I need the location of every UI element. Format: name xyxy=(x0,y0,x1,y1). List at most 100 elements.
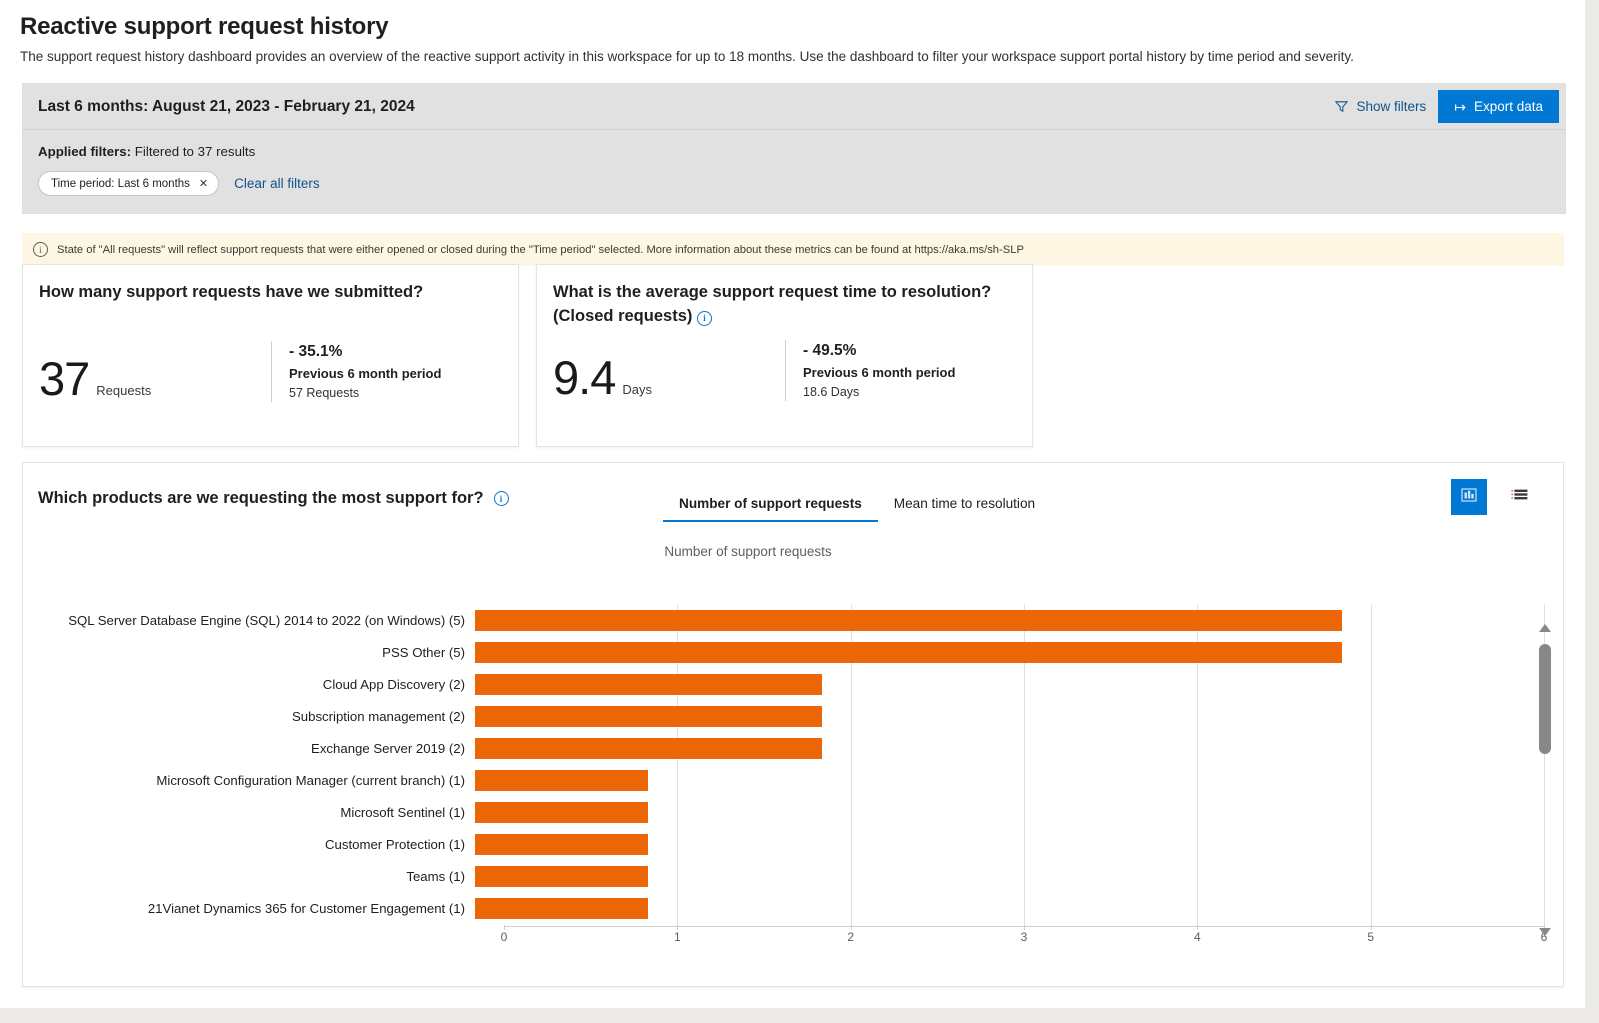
kpi-card-resolution-time: What is the average support request time… xyxy=(536,264,1033,447)
list-view-icon xyxy=(1508,485,1530,510)
filter-chip-time-period[interactable]: Time period: Last 6 months ✕ xyxy=(38,171,220,196)
kpi-body: 9.4 Days - 49.5% Previous 6 month period… xyxy=(537,339,1032,401)
applied-filters-label: Applied filters: xyxy=(38,144,132,159)
info-banner-text: State of "All requests" will reflect sup… xyxy=(57,243,1024,256)
chart-bar[interactable] xyxy=(475,834,649,855)
chart-bar-row[interactable]: Microsoft Configuration Manager (current… xyxy=(23,764,1523,796)
kpi-previous-label: Previous 6 month period xyxy=(289,365,442,381)
chart-x-tick-label: 1 xyxy=(673,930,681,944)
kpi-value: 9.4 xyxy=(553,350,616,404)
kpi-unit: Days xyxy=(622,381,652,397)
chart-bar-track xyxy=(475,892,1523,924)
chart-area: Number of support requests SQL Server Da… xyxy=(23,544,1563,999)
chart-x-axis-ticks: 0123456 xyxy=(500,925,1547,952)
clear-all-filters-link[interactable]: Clear all filters xyxy=(234,176,320,191)
chart-x-tick-label: 0 xyxy=(500,930,508,944)
tab-mean-time-to-resolution[interactable]: Mean time to resolution xyxy=(878,489,1051,522)
kpi-previous-value: 57 Requests xyxy=(289,385,360,400)
chart-bar-row[interactable]: SQL Server Database Engine (SQL) 2014 to… xyxy=(23,604,1523,636)
chart-x-tick-label: 5 xyxy=(1367,930,1374,944)
chart-bar-row[interactable]: Subscription management (2) xyxy=(23,700,1523,732)
kpi-delta: - 49.5% xyxy=(803,341,857,359)
chart-bar-row[interactable]: Teams (1) xyxy=(23,860,1523,892)
scrollbar-thumb[interactable] xyxy=(1539,644,1551,754)
chart-x-tick-label: 3 xyxy=(1020,930,1028,944)
chart-bar-row[interactable]: Customer Protection (1) xyxy=(23,828,1523,860)
kpi-previous-value: 18.6 Days xyxy=(803,384,860,399)
kpi-comparison: - 35.1% Previous 6 month period 57 Reque… xyxy=(271,340,442,402)
chart-bar[interactable] xyxy=(475,610,1342,631)
chart-bar-track xyxy=(475,860,1523,892)
chart-bar-track xyxy=(475,604,1523,636)
scroll-up-button[interactable] xyxy=(1536,620,1554,636)
bar-chart-icon xyxy=(1459,485,1479,510)
chart-bar-track xyxy=(475,636,1523,668)
chart-category-label: Microsoft Configuration Manager (current… xyxy=(156,772,465,788)
chart-bar-track xyxy=(475,764,1523,796)
info-icon[interactable]: i xyxy=(493,491,509,506)
chart-bar[interactable] xyxy=(475,866,649,887)
page-description: The support request history dashboard pr… xyxy=(20,49,1354,64)
scroll-down-button[interactable] xyxy=(1536,924,1554,940)
chart-bar-row[interactable]: Exchange Server 2019 (2) xyxy=(23,732,1523,764)
chart-card-header: Which products are we requesting the mos… xyxy=(23,463,1563,522)
chart-rows: SQL Server Database Engine (SQL) 2014 to… xyxy=(23,604,1523,924)
chart-tabs: Number of support requests Mean time to … xyxy=(663,479,1051,522)
chart-category-label: Microsoft Sentinel (1) xyxy=(340,804,465,820)
tab-number-of-support-requests[interactable]: Number of support requests xyxy=(663,489,878,522)
chart-bar-row[interactable]: PSS Other (5) xyxy=(23,636,1523,668)
chart-x-tick-label: 4 xyxy=(1193,930,1201,944)
chart-bar[interactable] xyxy=(475,898,649,919)
chart-bar[interactable] xyxy=(475,706,822,727)
page-title: Reactive support request history xyxy=(20,13,389,40)
list-view-button[interactable] xyxy=(1501,479,1537,515)
chart-bar-row[interactable]: Cloud App Discovery (2) xyxy=(23,668,1523,700)
chart-plot: SQL Server Database Engine (SQL) 2014 to… xyxy=(23,604,1528,954)
chart-bar[interactable] xyxy=(475,738,822,759)
close-icon[interactable]: ✕ xyxy=(199,177,208,190)
kpi-title-main: What is the average support request time… xyxy=(553,283,992,301)
filter-panel-header: Last 6 months: August 21, 2023 - Februar… xyxy=(23,84,1565,130)
export-data-button[interactable]: ↦ Export data xyxy=(1438,90,1559,123)
chart-category-label: Teams (1) xyxy=(406,868,465,884)
kpi-body: 37 Requests - 35.1% Previous 6 month per… xyxy=(23,340,518,402)
applied-filters-value: Filtered to 37 results xyxy=(134,144,256,159)
chart-x-tick-label: 2 xyxy=(847,930,854,944)
filter-panel-body: Applied filters: Filtered to 37 results … xyxy=(23,130,1565,213)
chart-category-label: Cloud App Discovery (2) xyxy=(322,676,465,692)
chart-bar[interactable] xyxy=(475,674,822,695)
chart-category-label: Subscription management (2) xyxy=(292,708,465,724)
chart-category-label: PSS Other (5) xyxy=(382,644,465,660)
chart-scrollbar[interactable] xyxy=(1536,620,1554,940)
info-icon: i xyxy=(33,242,48,257)
chart-bar-row[interactable]: Microsoft Sentinel (1) xyxy=(23,796,1523,828)
dashboard-page: Reactive support request history The sup… xyxy=(0,0,1599,1023)
chart-category-label: 21Vianet Dynamics 365 for Customer Engag… xyxy=(147,900,465,916)
kpi-title: How many support requests have we submit… xyxy=(39,283,424,301)
kpi-main-value: 9.4 Days xyxy=(537,354,785,401)
kpi-card-requests: How many support requests have we submit… xyxy=(22,264,519,447)
show-filters-button[interactable]: Show filters xyxy=(1322,93,1438,120)
kpi-delta: - 35.1% xyxy=(289,342,343,360)
kpi-value: 37 xyxy=(39,351,90,405)
chart-bar[interactable] xyxy=(475,642,1342,663)
chart-question: Which products are we requesting the mos… xyxy=(38,479,663,508)
chart-bar-track xyxy=(475,828,1523,860)
filter-chips-row: Time period: Last 6 months ✕ Clear all f… xyxy=(38,171,1550,196)
chart-view-button[interactable] xyxy=(1451,479,1487,515)
chart-bar[interactable] xyxy=(475,770,649,791)
chart-bar[interactable] xyxy=(475,802,649,823)
view-toggle-group xyxy=(1451,479,1563,515)
chart-bar-track xyxy=(475,732,1523,764)
chart-bar-track xyxy=(475,796,1523,828)
info-icon[interactable]: i xyxy=(696,310,712,326)
chart-axis-title: Number of support requests xyxy=(664,544,832,559)
chart-category-label: SQL Server Database Engine (SQL) 2014 to… xyxy=(68,612,465,628)
kpi-previous-label: Previous 6 month period xyxy=(803,364,956,380)
date-range-label: Last 6 months: August 21, 2023 - Februar… xyxy=(38,97,415,115)
kpi-main-value: 37 Requests xyxy=(23,355,271,402)
right-edge-strip xyxy=(1585,0,1599,1023)
chart-bar-row[interactable]: 21Vianet Dynamics 365 for Customer Engag… xyxy=(23,892,1523,924)
filter-funnel-icon xyxy=(1334,99,1349,114)
applied-filters-line: Applied filters: Filtered to 37 results xyxy=(38,144,1550,159)
